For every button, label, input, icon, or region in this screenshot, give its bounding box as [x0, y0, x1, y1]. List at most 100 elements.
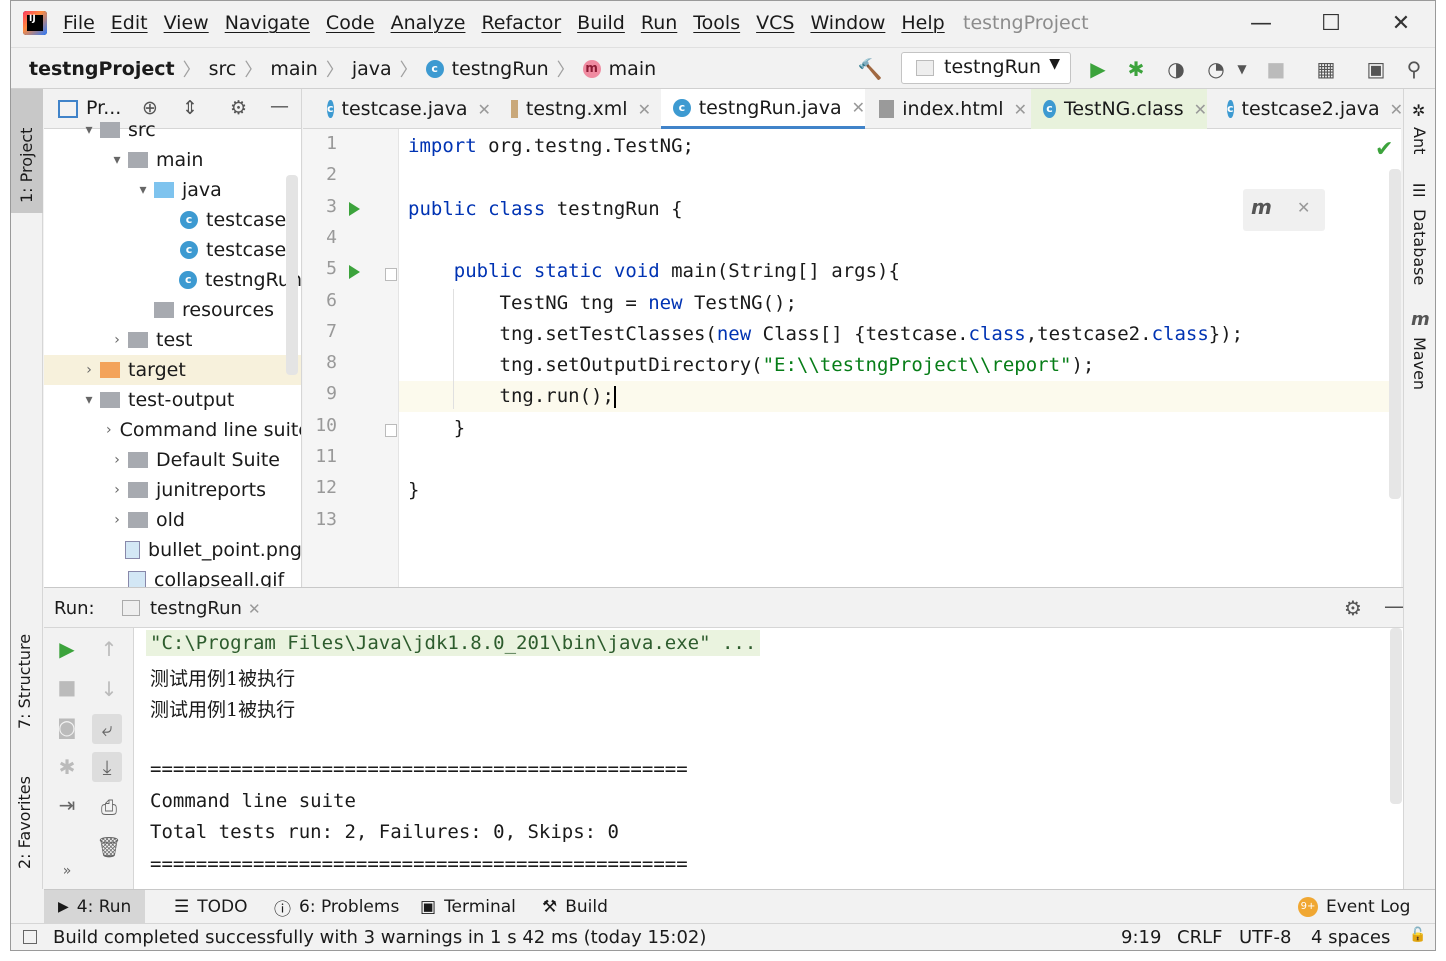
console-scrollbar[interactable] [1390, 628, 1402, 804]
chevron-right-icon[interactable]: › [78, 362, 100, 378]
breadcrumb-method[interactable]: main [609, 58, 656, 80]
menu-build[interactable]: Build [577, 12, 625, 34]
search-icon[interactable]: ⚲ [1401, 56, 1427, 82]
coverage-icon[interactable]: ◑ [1163, 56, 1189, 82]
tab-testcase-java[interactable]: c testcase.java ✕ [315, 89, 491, 129]
chevron-right-icon[interactable]: › [106, 332, 128, 348]
close-tab-icon[interactable]: ✕ [1014, 100, 1027, 119]
tree-item[interactable]: › junitreports [44, 475, 301, 505]
run-icon[interactable]: ▶ [1085, 56, 1111, 82]
tree-item[interactable]: › Default Suite [44, 445, 301, 475]
tab-todo[interactable]: ☰ TODO [160, 890, 262, 924]
exit-icon[interactable]: ⇥ [52, 790, 82, 820]
hide-pane-icon[interactable]: — [270, 95, 289, 117]
chevron-down-icon[interactable]: ▾ [106, 152, 128, 168]
tab-terminal[interactable]: ▣ Terminal [406, 890, 530, 924]
print-icon[interactable]: ⎙ [94, 792, 124, 822]
rerun-icon[interactable]: ▶ [52, 634, 82, 664]
tree-item[interactable]: collapseall.gif [44, 565, 301, 587]
tree-item[interactable]: ▾ src [44, 115, 301, 145]
close-hint-icon[interactable]: ✕ [1297, 198, 1310, 217]
debug-bug-icon[interactable]: ✱ [52, 752, 82, 782]
tree-item[interactable]: ▾ main [44, 145, 301, 175]
tab-run[interactable]: ▶ 4: Run [44, 890, 146, 924]
profile-icon[interactable]: ◔ [1203, 56, 1229, 82]
menu-tools[interactable]: Tools [693, 12, 740, 34]
close-tab-icon[interactable]: ✕ [478, 100, 491, 119]
tree-item[interactable]: c testcase2 [44, 235, 301, 265]
more-icon[interactable]: » [52, 856, 82, 886]
menu-file[interactable]: File [63, 12, 95, 34]
status-message[interactable]: Build completed successfully with 3 warn… [53, 927, 706, 948]
tree-item[interactable]: › test [44, 325, 301, 355]
maven-reload-icon[interactable]: m [1251, 195, 1272, 219]
tree-item[interactable]: ▾ test-output [44, 385, 301, 415]
tab-structure[interactable]: 7: Structure [15, 609, 34, 729]
editor-scrollbar[interactable] [1389, 169, 1401, 499]
menu-vcs[interactable]: VCS [756, 12, 794, 34]
tab-index-html[interactable]: index.html ✕ [867, 89, 1027, 129]
run-main-gutter-icon[interactable] [349, 265, 360, 279]
fold-marker-icon[interactable] [385, 268, 397, 281]
fold-marker-icon[interactable] [385, 424, 397, 437]
breadcrumb-src[interactable]: src [209, 58, 237, 80]
close-run-tab-icon[interactable]: ✕ [248, 600, 261, 618]
chevron-right-icon[interactable]: › [106, 512, 128, 528]
chevron-down-icon[interactable]: ▾ [132, 182, 154, 198]
chevron-right-icon[interactable]: › [106, 452, 128, 468]
tree-item[interactable]: › target [44, 355, 301, 385]
tab-testng-class[interactable]: c TestNG.class ✕ [1031, 89, 1207, 129]
indent-setting[interactable]: 4 spaces [1311, 927, 1390, 948]
menu-run[interactable]: Run [641, 12, 677, 34]
tree-item[interactable]: c testngRun [44, 265, 301, 295]
menu-navigate[interactable]: Navigate [225, 12, 310, 34]
chevron-right-icon[interactable]: › [106, 422, 112, 438]
event-log-button[interactable]: 9+ Event Log [1284, 890, 1424, 924]
tab-build[interactable]: ⚒ Build [528, 890, 622, 924]
breadcrumb-class[interactable]: testngRun [452, 58, 549, 80]
close-tab-icon[interactable]: ✕ [852, 98, 865, 117]
camera-icon[interactable]: ◙ [52, 712, 82, 742]
menu-analyze[interactable]: Analyze [391, 12, 466, 34]
close-tab-icon[interactable]: ✕ [638, 100, 651, 119]
run-class-gutter-icon[interactable] [349, 202, 360, 216]
debug-bug-icon[interactable]: ✱ [1123, 56, 1149, 82]
code-editor[interactable]: 1 2 3 4 5 6 7 8 9 10 11 12 13 import org.testng.Test… [303, 129, 1401, 587]
caret-position[interactable]: 9:19 [1121, 927, 1161, 948]
chevron-down-icon[interactable]: ▾ [78, 392, 100, 408]
menu-window[interactable]: Window [810, 12, 885, 34]
tab-testcase2-java[interactable]: c testcase2.java ✕ [1215, 89, 1403, 129]
stop-icon[interactable]: ■ [52, 672, 82, 702]
run-configuration-select[interactable]: testngRun ▼ [901, 52, 1071, 84]
no-problems-check-icon[interactable]: ✔ [1375, 137, 1393, 162]
file-encoding[interactable]: UTF-8 [1239, 927, 1291, 948]
chevron-down-icon[interactable]: ▾ [78, 122, 100, 138]
tab-maven[interactable]: Maven [1410, 337, 1429, 390]
scroll-to-end-icon[interactable]: ⤓ [92, 752, 122, 782]
arrow-up-icon[interactable]: ↑ [94, 634, 124, 664]
tree-scrollbar[interactable] [286, 175, 298, 375]
tree-item[interactable]: c testcase [44, 205, 301, 235]
tree-item[interactable]: › old [44, 505, 301, 535]
menu-view[interactable]: View [164, 12, 209, 34]
tree-item[interactable]: › Command line suite [44, 415, 301, 445]
presentation-icon[interactable]: ▣ [1363, 56, 1389, 82]
tree-item[interactable]: resources [44, 295, 301, 325]
stop-icon[interactable]: ■ [1263, 56, 1289, 82]
menu-edit[interactable]: Edit [111, 12, 148, 34]
menu-code[interactable]: Code [326, 12, 375, 34]
tab-testng-xml[interactable]: testng.xml ✕ [499, 89, 651, 129]
close-tab-icon[interactable]: ✕ [1390, 100, 1403, 119]
tab-favorites[interactable]: 2: Favorites [15, 759, 34, 869]
run-tab-testngrun[interactable]: testngRun [150, 598, 242, 619]
toggle-tool-windows-icon[interactable] [23, 930, 37, 944]
build-hammer-icon[interactable]: 🔨 [857, 56, 883, 82]
close-tab-icon[interactable]: ✕ [1194, 100, 1207, 119]
tab-testngrun-java[interactable]: c testngRun.java ✕ [661, 89, 865, 129]
tree-item[interactable]: bullet_point.png [44, 535, 301, 565]
line-separator[interactable]: CRLF [1177, 927, 1222, 948]
trash-icon[interactable]: 🗑 [94, 832, 124, 862]
minimize-button[interactable]: — [1241, 9, 1281, 39]
project-structure-icon[interactable]: ▦ [1313, 56, 1339, 82]
console-output[interactable]: "C:\Program Files\Java\jdk1.8.0_201\bin\… [146, 628, 1390, 890]
